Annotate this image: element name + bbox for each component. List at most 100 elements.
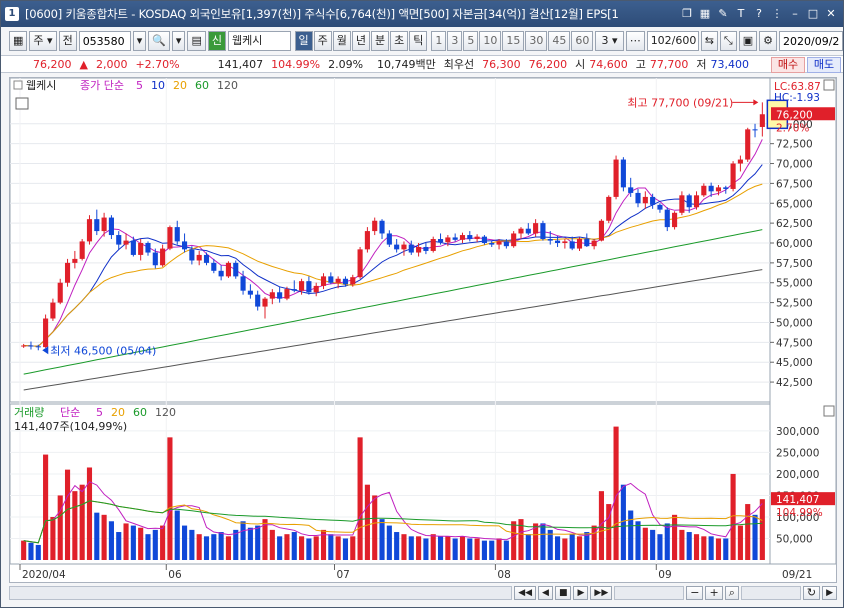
candle-body — [503, 241, 509, 247]
interval-button[interactable]: 60 — [571, 31, 594, 51]
help-icon[interactable]: ? — [751, 6, 767, 22]
volume-bar — [350, 536, 356, 560]
scroll-prev-icon[interactable]: ◀ — [538, 586, 553, 600]
interval-button[interactable]: 45 — [548, 31, 571, 51]
minimize-icon[interactable]: – — [787, 6, 803, 22]
candle-body — [745, 129, 751, 160]
volume-bar — [138, 527, 144, 560]
price-tick-label: 65,000 — [776, 198, 813, 210]
candle-body — [306, 281, 312, 293]
close-icon[interactable]: ✕ — [823, 6, 839, 22]
interval-button[interactable]: 15 — [502, 31, 525, 51]
scroll-stop-icon[interactable]: ■ — [554, 586, 572, 600]
favorite-icon[interactable]: ▤ — [187, 31, 206, 51]
chart-svg[interactable]: 75,00072,50070,00067,50065,00062,50060,0… — [9, 77, 837, 582]
volume-bar — [108, 521, 114, 560]
quote-open: 74,600 — [589, 57, 628, 71]
period-button[interactable]: 분 — [371, 31, 390, 51]
candle-body — [211, 262, 217, 271]
arrows-icon[interactable]: ⇆ — [700, 31, 718, 51]
count-value: 3 — [601, 34, 609, 47]
save-icon[interactable]: ▣ — [738, 31, 758, 51]
search-icon[interactable]: 🔍 — [148, 31, 170, 51]
panel-expand-icon[interactable]: ▶ — [822, 586, 837, 600]
volume-bar — [372, 495, 378, 560]
volume-bar — [35, 544, 41, 560]
volume-bar — [408, 536, 414, 560]
candle-body — [525, 228, 531, 234]
quote-high: 77,700 — [649, 57, 689, 71]
volume-bar — [569, 534, 575, 560]
candle-body — [372, 220, 378, 232]
prev-button[interactable]: 전 — [58, 31, 77, 51]
price-tick-label: 70,000 — [776, 159, 813, 171]
period-button[interactable]: 월 — [332, 31, 351, 51]
scroll-next-icon[interactable]: ▶ — [573, 586, 589, 600]
candle-body — [459, 235, 466, 240]
code-input[interactable] — [78, 31, 131, 51]
settings-gear-icon[interactable]: ⚙ — [759, 31, 777, 51]
pin-icon[interactable]: ✎ — [715, 6, 731, 22]
tool-icon[interactable]: ⤡ — [719, 31, 737, 51]
restore-icon[interactable]: ❐ — [679, 6, 695, 22]
volume-bar — [379, 519, 385, 560]
hc-label: HC:-1.93 — [774, 92, 820, 104]
buy-button[interactable]: 매수 — [771, 57, 805, 73]
last-volume-tag: 141,407 — [776, 494, 819, 506]
period-button[interactable]: 년 — [351, 31, 371, 51]
volume-bar — [79, 484, 85, 560]
code-dropdown-icon[interactable]: ▾ — [132, 31, 147, 51]
interval-button[interactable]: 30 — [525, 31, 548, 51]
zoom-track[interactable] — [614, 586, 685, 600]
scroll-track[interactable] — [9, 586, 513, 600]
candle-body — [350, 277, 356, 285]
chart-area[interactable]: 75,000 72,500 70,000 67,500 65,000 62,500 60,0… — [9, 77, 837, 583]
period-button[interactable]: 초 — [390, 31, 409, 51]
interval-button[interactable]: 5 — [463, 31, 479, 51]
count-select[interactable]: 3 ▾ — [595, 31, 624, 51]
volume-bar — [423, 538, 429, 560]
maximize-icon[interactable]: □ — [805, 6, 821, 22]
period-button[interactable]: 일 — [294, 31, 313, 51]
volume-bar — [277, 536, 283, 560]
zoom-out-icon[interactable]: − — [686, 586, 704, 600]
interval-button[interactable]: 10 — [479, 31, 502, 51]
grid-icon[interactable]: ▦ — [697, 6, 713, 22]
scroll-last-icon[interactable]: ▶▶ — [590, 586, 613, 600]
text-icon[interactable]: T — [733, 6, 749, 22]
candle-body — [540, 223, 546, 240]
date-input[interactable] — [779, 31, 843, 51]
volume-bar — [160, 525, 166, 560]
zoom-search-icon[interactable]: ⌕ — [724, 586, 739, 600]
grid-toggle-icon[interactable]: ▦ — [9, 31, 28, 51]
zoom-in-icon[interactable]: + — [705, 586, 723, 600]
chart-scrollbar[interactable]: ◀◀ ◀ ■ ▶ ▶▶ − + ⌕ ↻ ▶ — [9, 585, 837, 601]
candle-body — [730, 163, 736, 189]
ma-legend-10: 10 — [151, 79, 165, 92]
volume-bar — [291, 532, 297, 560]
option-track[interactable] — [740, 586, 801, 600]
interval-button[interactable]: 1 — [431, 31, 447, 51]
volume-bar — [430, 534, 436, 560]
volume-bar — [72, 491, 78, 560]
candle-body — [364, 231, 370, 250]
period-button[interactable]: 주 — [313, 31, 332, 51]
x-tick-label: 09 — [658, 569, 671, 581]
last-pct-tag: 2.70% — [776, 122, 809, 134]
market-select[interactable]: 주 ▾ — [29, 31, 57, 51]
scroll-first-icon[interactable]: ◀◀ — [514, 586, 537, 600]
sell-button[interactable]: 매도 — [807, 57, 841, 73]
period-button[interactable]: 틱 — [409, 31, 428, 51]
low-label: 저 — [696, 58, 707, 71]
refresh-icon[interactable]: ↻ — [802, 586, 821, 600]
volume-tick-label: 200,000 — [776, 469, 819, 481]
search-dropdown-icon[interactable]: ▾ — [171, 31, 186, 51]
more-icon[interactable]: ⋯ — [625, 31, 645, 51]
title-bar[interactable]: 1 [0600] 키움종합차트 - KOSDAQ 외국인보유[1,397(천)]… — [1, 1, 843, 27]
candle-body — [606, 196, 612, 221]
interval-button[interactable]: 3 — [447, 31, 463, 51]
dots-icon[interactable]: ⋮ — [769, 6, 785, 22]
candle-body — [562, 241, 568, 243]
price-legend-box — [13, 80, 23, 90]
high-label: 고 — [635, 58, 646, 71]
